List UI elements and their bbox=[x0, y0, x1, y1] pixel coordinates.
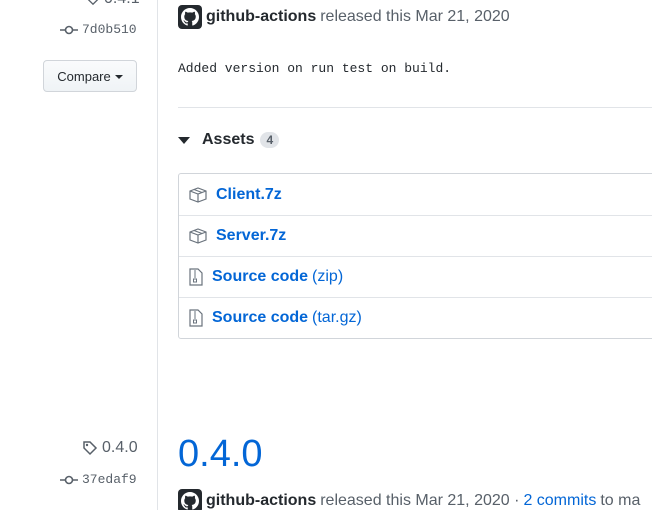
asset-suffix[interactable]: (tar.gz) bbox=[312, 309, 362, 327]
package-icon bbox=[189, 228, 207, 244]
avatar[interactable] bbox=[178, 489, 202, 510]
github-logo-icon bbox=[181, 492, 199, 510]
release-notes: Added version on run test on build. bbox=[178, 61, 452, 76]
caret-down-icon bbox=[114, 75, 123, 79]
asset-row[interactable]: Server.7z bbox=[179, 215, 652, 256]
tag-label: 0.4.1 bbox=[104, 0, 140, 8]
released-text: released this Mar 21, 2020 bbox=[320, 8, 510, 25]
commit-meta[interactable]: 37edaf9 bbox=[60, 472, 137, 487]
release-title[interactable]: 0.4.0 bbox=[178, 433, 263, 476]
triangle-down-icon bbox=[178, 136, 190, 144]
asset-name[interactable]: Client.7z bbox=[216, 186, 282, 204]
asset-row[interactable]: Client.7z bbox=[179, 174, 652, 215]
release-byline: github-actions released this Mar 21, 202… bbox=[178, 5, 510, 29]
asset-row[interactable]: Source code (zip) bbox=[179, 256, 652, 297]
commit-meta[interactable]: 7d0b510 bbox=[60, 22, 137, 37]
compare-button[interactable]: Compare bbox=[43, 60, 137, 92]
tag-meta[interactable]: 0.4.1 bbox=[86, 0, 140, 8]
commit-sha: 7d0b510 bbox=[82, 22, 137, 37]
asset-name[interactable]: Server.7z bbox=[216, 227, 286, 245]
author-link[interactable]: github-actions bbox=[206, 8, 316, 26]
assets-toggle[interactable]: Assets 4 bbox=[178, 131, 280, 149]
tag-icon bbox=[87, 0, 99, 6]
assets-list: Client.7z Server.7z Source code (zip) So… bbox=[178, 173, 652, 339]
assets-counter: 4 bbox=[260, 132, 280, 148]
asset-suffix[interactable]: (zip) bbox=[312, 268, 343, 286]
commit-icon bbox=[60, 25, 78, 34]
trailing-text: to ma bbox=[600, 492, 641, 509]
tag-label: 0.4.0 bbox=[102, 439, 138, 456]
tag-icon bbox=[83, 441, 98, 456]
author-link[interactable]: github-actions bbox=[206, 492, 316, 510]
asset-row[interactable]: Source code (tar.gz) bbox=[179, 297, 652, 338]
sidebar-divider bbox=[157, 0, 158, 510]
file-zip-icon bbox=[189, 309, 203, 327]
assets-label: Assets bbox=[202, 131, 255, 148]
asset-name[interactable]: Source code bbox=[212, 268, 308, 286]
asset-name[interactable]: Source code bbox=[212, 309, 308, 327]
tag-meta[interactable]: 0.4.0 bbox=[82, 439, 138, 457]
commits-link[interactable]: 2 commits bbox=[523, 492, 596, 510]
compare-label: Compare bbox=[57, 68, 111, 84]
released-text: released this Mar 21, 2020 · bbox=[320, 492, 520, 509]
release-byline: github-actions released this Mar 21, 202… bbox=[178, 489, 640, 510]
github-logo-icon bbox=[181, 8, 199, 26]
commit-sha: 37edaf9 bbox=[82, 472, 137, 487]
package-icon bbox=[189, 186, 207, 203]
divider bbox=[178, 107, 652, 108]
file-zip-icon bbox=[189, 268, 203, 286]
commit-icon bbox=[60, 475, 78, 484]
avatar[interactable] bbox=[178, 5, 202, 29]
